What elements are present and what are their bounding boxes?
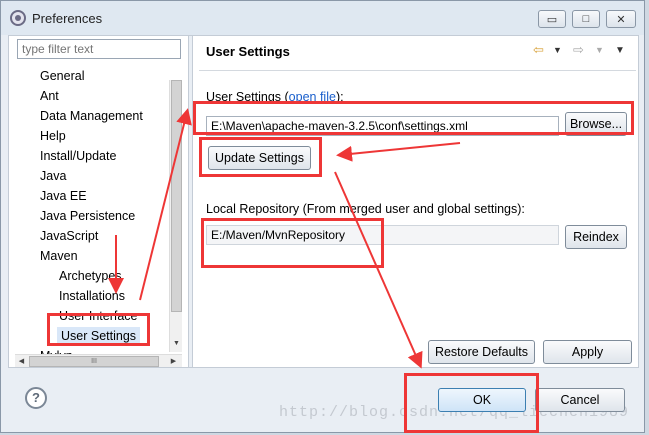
tree-item-general[interactable]: General — [40, 67, 84, 85]
reindex-button[interactable]: Reindex — [565, 225, 627, 249]
preference-tree: General Ant Data Management Help Install… — [15, 63, 174, 357]
tree-item-ant[interactable]: Ant — [40, 87, 59, 105]
tree-item-archetypes[interactable]: Archetypes — [59, 267, 122, 285]
forward-menu-chevron-icon[interactable]: ▼ — [595, 45, 604, 55]
tree-item-user-settings[interactable]: User Settings — [57, 327, 141, 345]
user-settings-label-text: User Settings ( — [206, 90, 289, 104]
tree-item-installations[interactable]: Installations — [59, 287, 125, 305]
tree-vertical-scrollbar[interactable]: ▼ — [169, 80, 182, 352]
user-settings-label: User Settings (open file): — [206, 90, 344, 104]
tree-item-help[interactable]: Help — [40, 127, 66, 145]
eclipse-icon — [10, 10, 26, 26]
apply-button[interactable]: Apply — [543, 340, 632, 364]
scroll-left-icon[interactable]: ◀ — [16, 356, 27, 367]
header-divider — [199, 70, 636, 71]
tree-item-data-management[interactable]: Data Management — [40, 107, 143, 125]
filter-input[interactable] — [17, 39, 181, 59]
tree-item-javascript[interactable]: JavaScript — [40, 227, 98, 245]
scroll-down-icon[interactable]: ▼ — [171, 338, 182, 349]
view-menu-icon[interactable]: ▼ — [615, 45, 625, 56]
help-icon[interactable]: ? — [25, 387, 47, 409]
back-arrow-icon[interactable]: ⇦ — [533, 42, 544, 58]
window-title: Preferences — [32, 11, 103, 26]
tree-item-java-ee[interactable]: Java EE — [40, 187, 87, 205]
ok-button[interactable]: OK — [438, 388, 526, 412]
horizontal-scroll-thumb[interactable]: III — [29, 356, 159, 367]
tree-item-user-interface[interactable]: User Interface — [59, 307, 138, 325]
local-repository-label: Local Repository (From merged user and g… — [206, 202, 525, 216]
maximize-button[interactable]: □ — [572, 10, 600, 28]
vertical-scroll-thumb[interactable] — [171, 80, 182, 312]
tree-item-java[interactable]: Java — [40, 167, 66, 185]
tree-horizontal-scrollbar[interactable]: ◀ III ▶ — [15, 354, 182, 367]
back-menu-chevron-icon[interactable]: ▼ — [553, 45, 562, 55]
browse-button[interactable]: Browse... — [565, 112, 627, 136]
preferences-window: Preferences ▭ □ ✕ General Ant Data Manag… — [0, 0, 645, 433]
forward-arrow-icon[interactable]: ⇨ — [573, 42, 584, 58]
content-area: General Ant Data Management Help Install… — [8, 35, 639, 368]
close-button[interactable]: ✕ — [606, 10, 636, 28]
page-title: User Settings — [206, 44, 290, 59]
tree-item-maven[interactable]: Maven — [40, 247, 78, 265]
update-settings-button[interactable]: Update Settings — [208, 146, 311, 170]
cancel-button[interactable]: Cancel — [535, 388, 625, 412]
tree-item-java-persistence[interactable]: Java Persistence — [40, 207, 135, 225]
user-settings-field[interactable]: E:\Maven\apache-maven-3.2.5\conf\setting… — [206, 116, 559, 136]
open-file-link[interactable]: open file — [289, 90, 336, 104]
scroll-right-icon[interactable]: ▶ — [168, 356, 179, 367]
local-repository-field: E:/Maven/MvnRepository — [206, 225, 559, 245]
pane-splitter[interactable] — [188, 36, 193, 367]
title-bar: Preferences ▭ □ ✕ — [1, 1, 644, 35]
user-settings-label-end: ): — [335, 90, 344, 104]
restore-defaults-button[interactable]: Restore Defaults — [428, 340, 535, 364]
tree-item-install-update[interactable]: Install/Update — [40, 147, 116, 165]
minimize-button[interactable]: ▭ — [538, 10, 566, 28]
